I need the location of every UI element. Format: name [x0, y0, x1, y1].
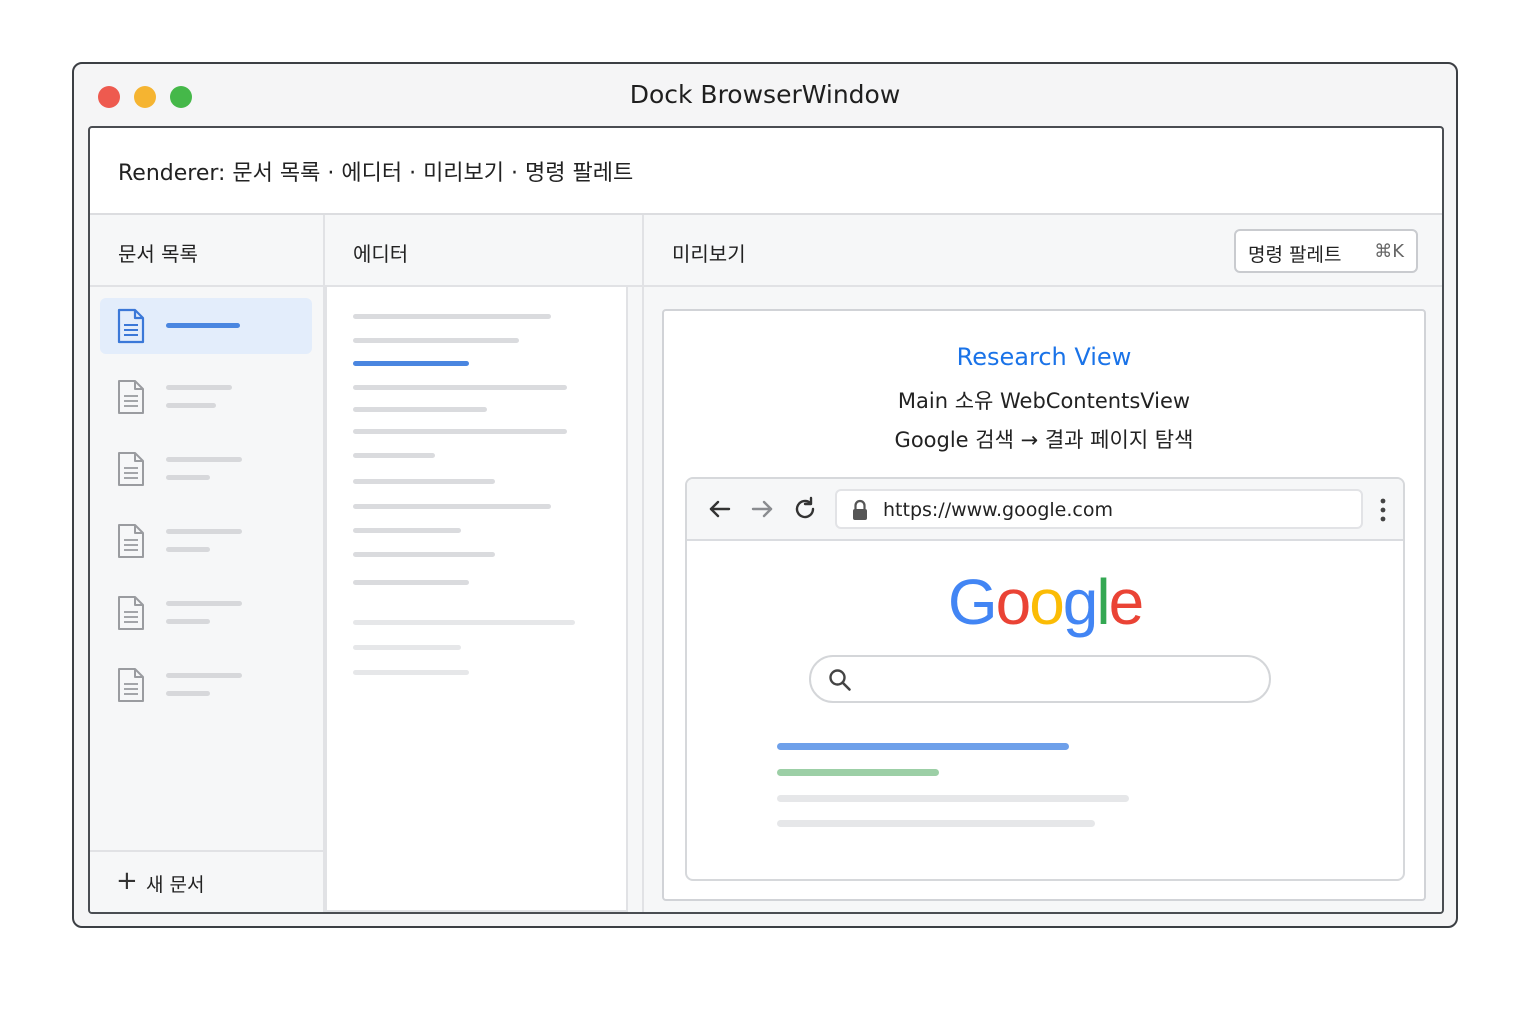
- google-logo: Google: [687, 565, 1403, 639]
- document-list-title: 문서 목록: [118, 242, 198, 266]
- document-list-header: 문서 목록: [90, 215, 323, 287]
- document-meta-placeholder: [166, 691, 210, 696]
- editor-text-line: [353, 479, 495, 484]
- preview-title: 미리보기: [672, 242, 746, 266]
- new-document-label: 새 문서: [146, 874, 205, 896]
- editor-text-line: [353, 453, 435, 458]
- google-logo-letter: G: [947, 566, 998, 638]
- editor-text-line: [353, 429, 567, 434]
- search-result-url-placeholder: [777, 769, 939, 776]
- google-logo-letter: e: [1108, 566, 1145, 638]
- document-list-item[interactable]: [100, 657, 312, 713]
- document-title-placeholder: [166, 529, 242, 534]
- renderer-header-text: Renderer: 문서 목록 · 에디터 · 미리보기 · 명령 팔레트: [118, 161, 634, 186]
- editor-text-line: [353, 552, 495, 557]
- editor-textarea[interactable]: [325, 287, 628, 912]
- editor-text-line: [353, 580, 469, 585]
- research-view-flow: Google 검색 → 결과 페이지 탐색: [894, 428, 1194, 452]
- renderer-view: Renderer: 문서 목록 · 에디터 · 미리보기 · 명령 팔레트 문서…: [88, 126, 1444, 914]
- forward-arrow-icon[interactable]: [747, 494, 777, 524]
- editor-text-line: [353, 670, 469, 675]
- document-icon: [117, 308, 145, 344]
- editor-header: 에디터: [325, 215, 642, 287]
- document-icon: [118, 668, 144, 702]
- google-logo-letter: o: [995, 566, 1032, 638]
- document-list-item[interactable]: [100, 441, 312, 497]
- search-result-snippet-placeholder: [777, 795, 1129, 802]
- research-view-title: Research View: [956, 343, 1132, 371]
- editor-text-line: [353, 528, 461, 533]
- address-bar[interactable]: https://www.google.com: [835, 489, 1363, 529]
- document-title-placeholder: [166, 457, 242, 462]
- editor-text-line: [353, 385, 567, 390]
- google-search-input[interactable]: [809, 655, 1271, 703]
- back-arrow-icon[interactable]: [705, 494, 735, 524]
- document-title-placeholder: [166, 601, 242, 606]
- research-view-card: Research View Main 소유 WebContentsView Go…: [662, 309, 1426, 901]
- embedded-browser: https://www.google.com Google: [685, 477, 1405, 881]
- reload-icon[interactable]: [790, 494, 820, 524]
- document-list-pane: 문서 목록 + 새 문서: [90, 215, 325, 912]
- document-title-placeholder: [166, 385, 232, 390]
- document-list-item[interactable]: [100, 298, 312, 354]
- document-list-item[interactable]: [100, 585, 312, 641]
- editor-text-line: [353, 314, 551, 319]
- editor-text-line: [353, 338, 519, 343]
- preview-pane: 미리보기 명령 팔레트 ⌘K Research View Main 소유 Web…: [644, 215, 1442, 912]
- document-meta-placeholder: [166, 619, 210, 624]
- document-list-item[interactable]: [100, 369, 312, 425]
- editor-title: 에디터: [353, 242, 409, 266]
- google-logo-text: Google: [947, 565, 1145, 639]
- editor-pane: 에디터: [325, 215, 644, 912]
- document-title-placeholder: [166, 673, 242, 678]
- editor-text-line: [353, 407, 487, 412]
- editor-cursor-line: [353, 361, 469, 366]
- address-url: https://www.google.com: [883, 499, 1113, 521]
- search-icon: [829, 669, 851, 691]
- renderer-header: Renderer: 문서 목록 · 에디터 · 미리보기 · 명령 팔레트: [90, 128, 1442, 215]
- title-bar[interactable]: Dock BrowserWindow: [74, 64, 1456, 126]
- window-title: Dock BrowserWindow: [629, 80, 901, 109]
- document-icon: [118, 524, 144, 558]
- document-list-item[interactable]: [100, 513, 312, 569]
- google-logo-letter: g: [1062, 566, 1099, 638]
- search-result-title-placeholder: [777, 743, 1069, 750]
- lock-icon: [853, 499, 867, 520]
- document-icon: [118, 452, 144, 486]
- new-document-button[interactable]: + 새 문서: [90, 850, 323, 912]
- search-result-snippet-placeholder: [777, 820, 1095, 827]
- research-view-subtitle: Main 소유 WebContentsView: [897, 389, 1191, 413]
- plus-icon: +: [116, 866, 138, 896]
- document-meta-placeholder: [166, 403, 216, 408]
- more-menu-icon[interactable]: [1379, 497, 1387, 523]
- browser-toolbar: https://www.google.com: [687, 479, 1403, 541]
- document-meta-placeholder: [166, 547, 210, 552]
- google-logo-letter: o: [1029, 566, 1065, 638]
- browser-window: Dock BrowserWindow Renderer: 문서 목록 · 에디터…: [72, 62, 1458, 928]
- document-meta-placeholder: [166, 475, 210, 480]
- document-icon: [118, 596, 144, 630]
- document-icon: [118, 380, 144, 414]
- google-logo-letter: l: [1096, 566, 1110, 638]
- document-title-placeholder: [166, 323, 240, 328]
- editor-text-line: [353, 645, 461, 650]
- command-palette-button[interactable]: 명령 팔레트 ⌘K: [1234, 229, 1418, 273]
- editor-text-line: [353, 620, 575, 625]
- command-palette-shortcut: ⌘K: [1374, 241, 1404, 262]
- command-palette-label: 명령 팔레트: [1248, 244, 1342, 266]
- preview-header: 미리보기 명령 팔레트 ⌘K: [644, 215, 1442, 287]
- editor-text-line: [353, 504, 551, 509]
